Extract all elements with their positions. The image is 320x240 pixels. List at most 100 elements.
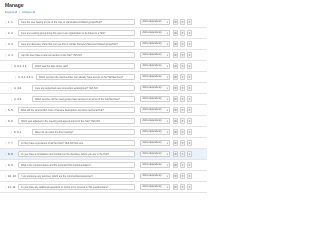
more-icon[interactable]: ≡ — [187, 140, 192, 146]
more-icon[interactable]: ≡ — [187, 129, 192, 135]
more-icon[interactable]: ≡ — [187, 30, 192, 36]
dependency-dropdown[interactable]: Add a dependency ▾ — [140, 18, 170, 25]
question-text-field[interactable]: Which was adjusted in the meeting and ag… — [18, 117, 135, 124]
drag-handle-icon[interactable]: ⋮ — [4, 141, 7, 145]
more-icon[interactable]: ≡ — [187, 173, 192, 179]
drag-handle-icon[interactable]: ⋮ — [4, 108, 7, 112]
delete-icon[interactable]: ✕ — [180, 74, 185, 80]
delete-icon[interactable]: ✕ — [180, 184, 185, 190]
delete-icon[interactable]: ✕ — [180, 30, 185, 36]
dependency-dropdown[interactable]: Add a dependency ▾ — [140, 183, 170, 190]
drag-handle-icon[interactable]: ⋮ — [4, 53, 7, 57]
dependency-dropdown[interactable]: Add a dependency ▾ — [140, 150, 170, 157]
question-text-field[interactable]: Do you have a compliance and contract on… — [18, 150, 135, 157]
delete-icon[interactable]: ✕ — [180, 85, 185, 91]
drag-handle-icon[interactable]: ⋮ — [4, 42, 7, 46]
more-icon[interactable]: ≡ — [187, 85, 192, 91]
delete-icon[interactable]: ✕ — [180, 41, 185, 47]
drag-handle-icon[interactable]: ⋮ — [4, 174, 7, 178]
settings-icon[interactable]: ⚙ — [173, 184, 178, 190]
more-icon[interactable]: ≡ — [187, 118, 192, 124]
expand-all-link[interactable]: Expand all — [5, 11, 17, 14]
settings-icon[interactable]: ⚙ — [173, 118, 178, 124]
question-row[interactable]: ⋮ 4. 4. Can this user have a new connectio… — [0, 50, 207, 61]
delete-icon[interactable]: ✕ — [180, 129, 185, 135]
question-text-field[interactable]: When do you want the first meeting? — [32, 128, 135, 135]
question-row[interactable]: ⋮ 4. 4.1. 4.1.1. Which services the user/m… — [0, 72, 207, 83]
question-row[interactable]: ⋮ 11. 11. Do you have any additional quest… — [0, 182, 207, 193]
delete-icon[interactable]: ✕ — [180, 63, 185, 69]
question-row[interactable]: ⋮ 2. 2. Does any existing group bring this… — [0, 28, 207, 39]
dependency-dropdown[interactable]: Add a dependency ▾ — [140, 73, 170, 80]
drag-handle-icon[interactable]: ⋮ — [10, 86, 13, 90]
more-icon[interactable]: ≡ — [187, 63, 192, 69]
question-row[interactable]: ⋮ 8. 8. Do you have a compliance and contr… — [0, 149, 207, 160]
more-icon[interactable]: ≡ — [187, 96, 192, 102]
more-icon[interactable]: ≡ — [187, 162, 192, 168]
settings-icon[interactable]: ⚙ — [173, 151, 178, 157]
dependency-dropdown[interactable]: Add a dependency ▾ — [140, 40, 170, 47]
question-row[interactable]: ⋮ 9. 9. What is the contract status and th… — [0, 160, 207, 171]
question-row[interactable]: ⋮ 5. 5. What will the service/Hub Cost of … — [0, 105, 207, 116]
question-text-field[interactable]: Does any supported new connection exists… — [32, 84, 135, 91]
settings-icon[interactable]: ⚙ — [173, 52, 178, 58]
question-text-field[interactable]: What will the service/Hub Cost of Servic… — [18, 106, 135, 113]
question-text-field[interactable]: What is the contract status and the tech… — [18, 161, 135, 168]
drag-handle-icon[interactable]: ⋮ — [4, 163, 7, 167]
dependency-dropdown[interactable]: Add a dependency ▾ — [140, 84, 170, 91]
drag-handle-icon[interactable]: ⋮ — [4, 152, 7, 156]
drag-handle-icon[interactable]: ⋮ — [4, 31, 7, 35]
dependency-dropdown[interactable]: Add a dependency ▾ — [140, 172, 170, 179]
delete-icon[interactable]: ✕ — [180, 140, 185, 146]
settings-icon[interactable]: ⚙ — [173, 107, 178, 113]
more-icon[interactable]: ≡ — [187, 184, 192, 190]
dependency-dropdown[interactable]: Add a dependency ▾ — [140, 95, 170, 102]
question-row[interactable]: ⋮ 1. 1. Does the user belong to one of the… — [0, 17, 207, 28]
more-icon[interactable]: ≡ — [187, 19, 192, 25]
more-icon[interactable]: ≡ — [187, 52, 192, 58]
question-text-field[interactable]: Does any existing group bring this user … — [18, 29, 135, 36]
more-icon[interactable]: ≡ — [187, 41, 192, 47]
settings-icon[interactable]: ⚙ — [173, 173, 178, 179]
settings-icon[interactable]: ⚙ — [173, 63, 178, 69]
question-row[interactable]: ⋮ 10. 10. If you consume any services, whi… — [0, 171, 207, 182]
more-icon[interactable]: ≡ — [187, 74, 192, 80]
question-text-field[interactable]: If you consume any services, which are t… — [18, 172, 135, 179]
settings-icon[interactable]: ⚙ — [173, 129, 178, 135]
question-row[interactable]: ⋮ 4. 4.2. Does any supported new connectio… — [0, 83, 207, 94]
question-row[interactable]: ⋮ 7. 7. Do they have a presence of all the… — [0, 138, 207, 149]
more-icon[interactable]: ≡ — [187, 107, 192, 113]
delete-icon[interactable]: ✕ — [180, 107, 185, 113]
drag-handle-icon[interactable]: ⋮ — [10, 64, 13, 68]
dependency-dropdown[interactable]: Add a dependency ▾ — [140, 29, 170, 36]
question-text-field[interactable]: Do they have a presence of all the hubs?… — [18, 139, 135, 146]
question-text-field[interactable]: Can this user have a new connection to t… — [18, 51, 135, 58]
delete-icon[interactable]: ✕ — [180, 118, 185, 124]
question-text-field[interactable]: Which services do the used groups have a… — [32, 95, 135, 102]
question-row[interactable]: ⋮ 4. 4.3. Which services do the used group… — [0, 94, 207, 105]
settings-icon[interactable]: ⚙ — [173, 96, 178, 102]
dependency-dropdown[interactable]: Add a dependency ▾ — [140, 161, 170, 168]
question-text-field[interactable]: Do you have any additional questions or … — [18, 183, 135, 190]
settings-icon[interactable]: ⚙ — [173, 19, 178, 25]
settings-icon[interactable]: ⚙ — [173, 162, 178, 168]
dependency-dropdown[interactable]: Add a dependency ▾ — [140, 139, 170, 146]
drag-handle-icon[interactable]: ⋮ — [4, 20, 7, 24]
question-row[interactable]: ⋮ 6. 6.1. When do you want the first meeti… — [0, 127, 207, 138]
dependency-dropdown[interactable]: Add a dependency ▾ — [140, 51, 170, 58]
question-row[interactable]: ⋮ 6. 6. Which was adjusted in the meeting … — [0, 116, 207, 127]
settings-icon[interactable]: ⚙ — [173, 30, 178, 36]
drag-handle-icon[interactable]: ⋮ — [14, 75, 17, 79]
question-text-field[interactable]: Which was the date of the visit? — [32, 62, 135, 69]
dependency-dropdown[interactable]: Add a dependency ▾ — [140, 117, 170, 124]
dependency-dropdown[interactable]: Add a dependency ▾ — [140, 106, 170, 113]
question-text-field[interactable]: Does any discovery show that you use thi… — [18, 40, 135, 47]
delete-icon[interactable]: ✕ — [180, 151, 185, 157]
collapse-all-link[interactable]: Collapse all — [22, 11, 35, 14]
dependency-dropdown[interactable]: Add a dependency ▾ — [140, 128, 170, 135]
delete-icon[interactable]: ✕ — [180, 96, 185, 102]
question-row[interactable]: ⋮ 4. 4.1. 4.1. Which was the date of the v… — [0, 61, 207, 72]
settings-icon[interactable]: ⚙ — [173, 41, 178, 47]
drag-handle-icon[interactable]: ⋮ — [10, 97, 13, 101]
settings-icon[interactable]: ⚙ — [173, 74, 178, 80]
